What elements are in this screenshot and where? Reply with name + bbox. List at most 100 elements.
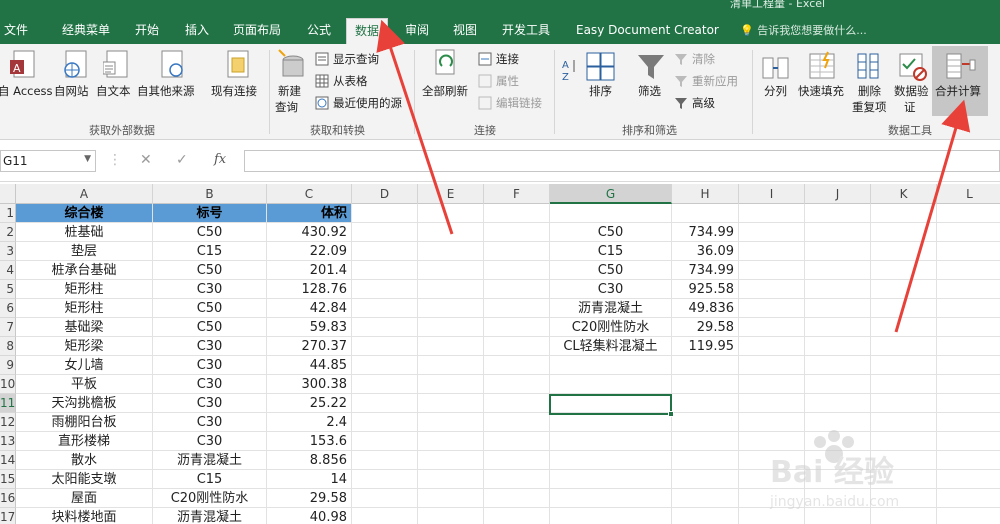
column-header-e[interactable]: E bbox=[418, 184, 484, 204]
cell-g[interactable]: C30 bbox=[550, 280, 672, 299]
cell-l[interactable] bbox=[937, 508, 1000, 524]
cell-l[interactable] bbox=[937, 394, 1000, 413]
cell-k[interactable] bbox=[871, 394, 937, 413]
cell-l[interactable] bbox=[937, 470, 1000, 489]
cell-g[interactable] bbox=[550, 394, 672, 413]
cell-g[interactable] bbox=[550, 375, 672, 394]
cell-h[interactable]: 734.99 bbox=[672, 223, 739, 242]
cell-e[interactable] bbox=[418, 356, 484, 375]
cell-k[interactable] bbox=[871, 242, 937, 261]
row-header[interactable]: 5 bbox=[0, 280, 16, 299]
cell-h[interactable] bbox=[672, 432, 739, 451]
cell-a[interactable]: 矩形柱 bbox=[16, 280, 153, 299]
cell-c[interactable]: 430.92 bbox=[267, 223, 352, 242]
cell-g[interactable] bbox=[550, 489, 672, 508]
cell-k[interactable] bbox=[871, 280, 937, 299]
cell-i[interactable] bbox=[739, 204, 805, 223]
cell-f[interactable] bbox=[484, 413, 550, 432]
cell-a[interactable]: 矩形梁 bbox=[16, 337, 153, 356]
cell-l[interactable] bbox=[937, 223, 1000, 242]
cell-j[interactable] bbox=[805, 337, 871, 356]
enter-check-icon[interactable]: ✓ bbox=[176, 152, 188, 168]
cell-j[interactable] bbox=[805, 356, 871, 375]
cell-e[interactable] bbox=[418, 242, 484, 261]
insert-function-icon[interactable]: fx bbox=[214, 152, 226, 167]
name-box[interactable]: G11 ▼ bbox=[0, 150, 96, 172]
cell-k[interactable] bbox=[871, 261, 937, 280]
column-header-f[interactable]: F bbox=[484, 184, 550, 204]
cell-a[interactable]: 直形楼梯 bbox=[16, 432, 153, 451]
cell-b[interactable]: C30 bbox=[153, 413, 267, 432]
cell-l[interactable] bbox=[937, 375, 1000, 394]
cell-f[interactable] bbox=[484, 470, 550, 489]
cell-h[interactable]: 49.836 bbox=[672, 299, 739, 318]
cell-c[interactable]: 128.76 bbox=[267, 280, 352, 299]
cell-e[interactable] bbox=[418, 375, 484, 394]
cell-h[interactable]: 925.58 bbox=[672, 280, 739, 299]
cell-c[interactable]: 40.98 bbox=[267, 508, 352, 524]
cell-f[interactable] bbox=[484, 489, 550, 508]
cell-i[interactable] bbox=[739, 451, 805, 470]
cell-a[interactable]: 女儿墙 bbox=[16, 356, 153, 375]
cell-e[interactable] bbox=[418, 470, 484, 489]
tab-home[interactable]: 开始 bbox=[135, 18, 159, 44]
cell-i[interactable] bbox=[739, 223, 805, 242]
cell-j[interactable] bbox=[805, 223, 871, 242]
cell-j[interactable] bbox=[805, 470, 871, 489]
cell-b[interactable]: C30 bbox=[153, 432, 267, 451]
cell-e[interactable] bbox=[418, 432, 484, 451]
cell-d[interactable] bbox=[352, 489, 418, 508]
cell-j[interactable] bbox=[805, 508, 871, 524]
column-header-d[interactable]: D bbox=[352, 184, 418, 204]
tab-formulas[interactable]: 公式 bbox=[307, 18, 331, 44]
tab-easy-document-creator[interactable]: Easy Document Creator bbox=[576, 18, 719, 44]
cell-i[interactable] bbox=[739, 375, 805, 394]
cell-g[interactable] bbox=[550, 508, 672, 524]
cell-h[interactable] bbox=[672, 413, 739, 432]
cell-b[interactable]: 沥青混凝土 bbox=[153, 451, 267, 470]
cell-h[interactable]: 734.99 bbox=[672, 261, 739, 280]
cell-i[interactable] bbox=[739, 489, 805, 508]
cell-k[interactable] bbox=[871, 489, 937, 508]
cell-a[interactable]: 基础梁 bbox=[16, 318, 153, 337]
cell-j[interactable] bbox=[805, 394, 871, 413]
cell-l[interactable] bbox=[937, 489, 1000, 508]
cell-g[interactable]: 沥青混凝土 bbox=[550, 299, 672, 318]
row-header[interactable]: 9 bbox=[0, 356, 16, 375]
cell-g[interactable]: C20刚性防水 bbox=[550, 318, 672, 337]
cell-l[interactable] bbox=[937, 337, 1000, 356]
cell-e[interactable] bbox=[418, 280, 484, 299]
cell-a[interactable]: 矩形柱 bbox=[16, 299, 153, 318]
cell-b[interactable]: 沥青混凝土 bbox=[153, 508, 267, 524]
row-header[interactable]: 10 bbox=[0, 375, 16, 394]
column-header-c[interactable]: C bbox=[267, 184, 352, 204]
cell-k[interactable] bbox=[871, 204, 937, 223]
cell-g[interactable] bbox=[550, 432, 672, 451]
row-header[interactable]: 3 bbox=[0, 242, 16, 261]
tab-file[interactable]: 文件 bbox=[4, 18, 28, 44]
cell-j[interactable] bbox=[805, 280, 871, 299]
cell-c[interactable]: 2.4 bbox=[267, 413, 352, 432]
column-header-h[interactable]: H bbox=[672, 184, 739, 204]
formula-input[interactable] bbox=[244, 150, 1000, 172]
cell-b[interactable]: C50 bbox=[153, 318, 267, 337]
cell-f[interactable] bbox=[484, 337, 550, 356]
cell-e[interactable] bbox=[418, 451, 484, 470]
cell-a[interactable]: 平板 bbox=[16, 375, 153, 394]
cell-h[interactable] bbox=[672, 356, 739, 375]
cell-f[interactable] bbox=[484, 242, 550, 261]
cell-e[interactable] bbox=[418, 204, 484, 223]
row-header[interactable]: 7 bbox=[0, 318, 16, 337]
cell-i[interactable] bbox=[739, 280, 805, 299]
cell-d[interactable] bbox=[352, 337, 418, 356]
cell-d[interactable] bbox=[352, 470, 418, 489]
tab-classic-menu[interactable]: 经典菜单 bbox=[62, 18, 110, 44]
cell-g[interactable]: C50 bbox=[550, 223, 672, 242]
cell-h[interactable] bbox=[672, 508, 739, 524]
cell-d[interactable] bbox=[352, 451, 418, 470]
row-header[interactable]: 2 bbox=[0, 223, 16, 242]
row-header[interactable]: 15 bbox=[0, 470, 16, 489]
cell-c[interactable]: 59.83 bbox=[267, 318, 352, 337]
row-header[interactable]: 6 bbox=[0, 299, 16, 318]
cell-e[interactable] bbox=[418, 223, 484, 242]
